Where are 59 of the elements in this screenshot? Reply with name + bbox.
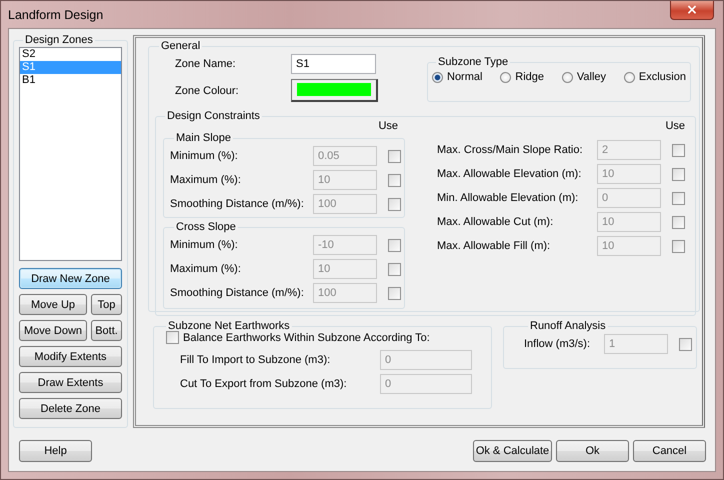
zone-button[interactable]: Move Up: [19, 294, 87, 315]
group-title: Runoff Analysis: [529, 320, 607, 332]
field-label: Max. Cross/Main Slope Ratio:: [437, 144, 584, 156]
radio-icon[interactable]: [432, 72, 443, 82]
group-title: Subzone Net Earthworks: [167, 320, 291, 332]
checkbox[interactable]: [166, 331, 179, 344]
field-label: Max. Allowable Cut (m):: [437, 216, 554, 228]
balance-option[interactable]: Balance Earthworks Within Subzone According To:: [166, 331, 487, 344]
field-label: Zone Colour:: [174, 84, 240, 96]
radio-label: Normal: [447, 71, 482, 83]
zone-button[interactable]: Move Down: [19, 320, 87, 341]
group-title: Cross Slope: [175, 221, 237, 233]
zone-list-item[interactable]: B1: [20, 74, 121, 87]
field-label: Cut To Export from Subzone (m3):: [179, 378, 348, 390]
zone-button[interactable]: Draw New Zone: [19, 268, 122, 289]
radio-label: Valley: [576, 71, 606, 83]
group-title: Subzone Type: [437, 56, 510, 68]
field-label: Max. Allowable Fill (m):: [437, 240, 552, 252]
dialog-button[interactable]: Ok & Calculate: [473, 440, 552, 462]
radio-icon[interactable]: [500, 72, 512, 82]
zone-button[interactable]: Bott.: [91, 320, 122, 341]
colour-button[interactable]: [291, 79, 378, 102]
field-label: Smoothing Distance (m/%):: [170, 198, 305, 210]
field-label: Maximum (%):: [170, 263, 242, 275]
radio-option[interactable]: Exclusion: [624, 71, 686, 83]
group-title: Design Zones: [24, 34, 94, 46]
field-label: Minimum (%):: [170, 150, 239, 162]
radio-label: Exclusion: [638, 71, 686, 83]
field-label: Maximum (%):: [170, 174, 242, 186]
window-title: Landform Design: [8, 8, 104, 22]
dialog-button[interactable]: Ok: [556, 440, 629, 462]
column-label: Use: [665, 120, 686, 134]
field-label: Minimum (%):: [170, 239, 239, 251]
dialog-button[interactable]: Cancel: [633, 440, 706, 462]
checkbox-label: Balance Earthworks Within Subzone According To:: [183, 332, 430, 344]
group-title: Design Constraints: [166, 110, 261, 122]
zone-name-field[interactable]: S1: [291, 54, 376, 74]
radio-icon[interactable]: [562, 72, 573, 82]
radio-icon[interactable]: [624, 72, 635, 82]
radio-label: Ridge: [515, 71, 544, 83]
field-label: Inflow (m3/s):: [524, 338, 592, 350]
column-label: Use: [378, 120, 399, 134]
field-label: Fill To Import to Subzone (m3):: [179, 354, 332, 366]
field-label: Zone Name:: [174, 58, 237, 70]
zone-button[interactable]: Top: [91, 294, 122, 315]
group-title: Main Slope: [175, 132, 232, 144]
radio-option[interactable]: Normal: [432, 71, 482, 83]
zone-button[interactable]: Delete Zone: [19, 398, 122, 419]
zone-button[interactable]: Draw Extents: [19, 372, 122, 393]
field-label: Max. Allowable Elevation (m):: [437, 168, 582, 180]
field-label: Min. Allowable Elevation (m):: [437, 192, 580, 204]
field-label: Smoothing Distance (m/%):: [170, 287, 305, 299]
zone-list-item[interactable]: S2: [20, 48, 121, 61]
group-title: General: [160, 40, 202, 52]
radio-option[interactable]: Ridge: [500, 71, 544, 83]
help-button[interactable]: Help: [19, 440, 92, 462]
zone-button[interactable]: Modify Extents: [19, 346, 122, 367]
radio-option[interactable]: Valley: [562, 71, 606, 83]
close-button[interactable]: ×: [670, 1, 714, 20]
